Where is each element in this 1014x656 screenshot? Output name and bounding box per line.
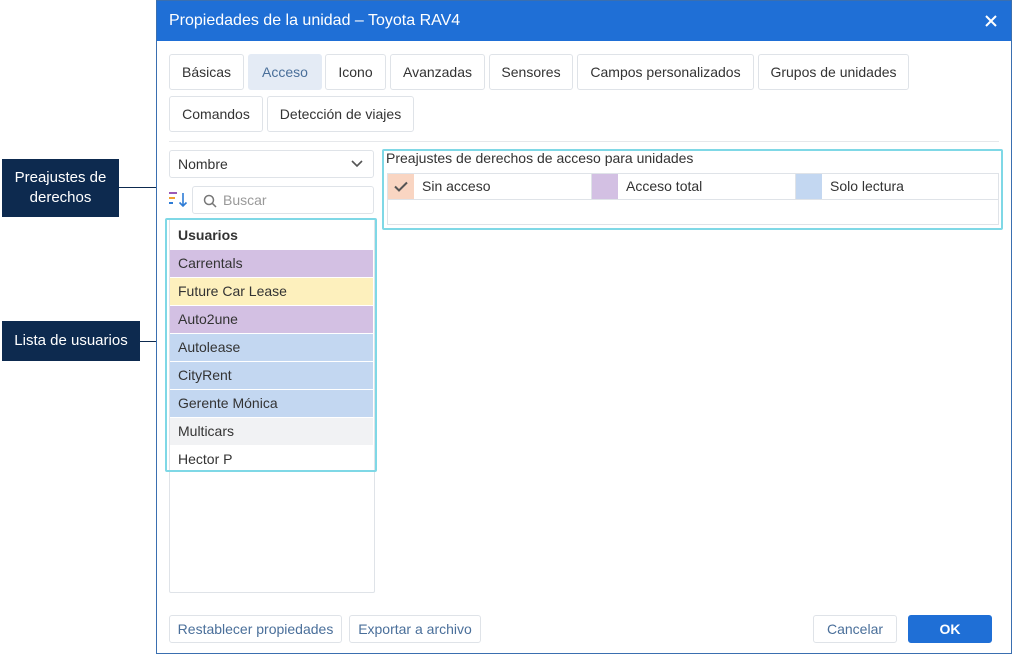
tab-icono[interactable]: Icono: [325, 54, 386, 90]
tab-sensores[interactable]: Sensores: [489, 54, 573, 90]
sort-select[interactable]: Nombre: [169, 150, 374, 178]
title-bar: Propiedades de la unidad – Toyota RAV4: [157, 1, 1011, 41]
presets-highlight: [382, 149, 1003, 230]
ok-button[interactable]: OK: [908, 615, 992, 643]
chevron-down-icon: [351, 160, 363, 168]
callout-presets-text: Preajustes de derechos: [14, 169, 107, 206]
tab-comandos[interactable]: Comandos: [169, 96, 263, 132]
tab-campos-personalizados[interactable]: Campos personalizados: [577, 54, 754, 90]
tab-grupos-de-unidades[interactable]: Grupos de unidades: [758, 54, 909, 90]
search-icon: [203, 194, 217, 208]
callout-users-text: Lista de usuarios: [14, 332, 128, 349]
reset-properties-button[interactable]: Restablecer propiedades: [169, 615, 342, 643]
search-input[interactable]: [223, 191, 363, 209]
sort-select-value: Nombre: [178, 156, 228, 172]
callout-users: Lista de usuarios: [2, 321, 140, 361]
tabs-divider: [169, 141, 999, 142]
tab-acceso[interactable]: Acceso: [248, 54, 322, 90]
sort-icon[interactable]: [169, 191, 189, 209]
close-icon[interactable]: [981, 11, 1001, 31]
callout-presets: Preajustes de derechos: [2, 159, 119, 217]
dialog-title: Propiedades de la unidad – Toyota RAV4: [169, 12, 461, 29]
export-to-file-button[interactable]: Exportar a archivo: [349, 615, 481, 643]
cancel-button[interactable]: Cancelar: [813, 615, 897, 643]
users-list-highlight: [165, 218, 377, 472]
tab-basicas[interactable]: Básicas: [169, 54, 244, 90]
tab-deteccion-de-viajes[interactable]: Detección de viajes: [267, 96, 414, 132]
tab-avanzadas[interactable]: Avanzadas: [390, 54, 485, 90]
search-field[interactable]: [192, 186, 374, 214]
